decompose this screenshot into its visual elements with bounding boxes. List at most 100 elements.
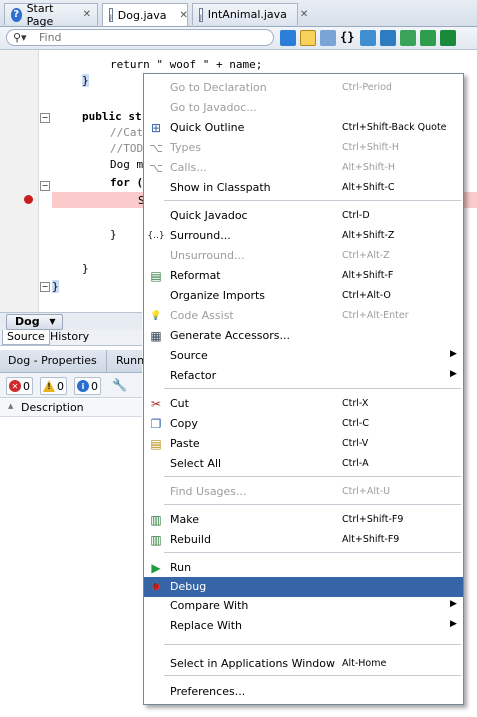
menu-item-label: Replace With bbox=[170, 619, 242, 632]
menu-item-label: Quick Outline bbox=[170, 121, 245, 134]
tab-intanimal-java[interactable]: J IntAnimal.java ✕ bbox=[192, 3, 308, 25]
problems-toolbar: ✕ 0 ! 0 i 0 🔧 bbox=[0, 373, 142, 398]
class-breadcrumb[interactable]: Dog ▼ bbox=[6, 314, 63, 330]
menu-item-label: Find Usages... bbox=[170, 485, 247, 498]
menu-item-shortcut: Alt+Shift-C bbox=[342, 182, 395, 193]
menu-item-shortcut: Ctrl+Shift-F9 bbox=[342, 514, 404, 525]
menu-item-make[interactable]: ▥ Make Ctrl+Shift-F9 bbox=[144, 510, 463, 530]
menu-item-quick-javadoc[interactable]: Quick Javadoc Ctrl-D bbox=[144, 206, 463, 226]
code-line: public st bbox=[82, 110, 142, 123]
menu-item-surround[interactable]: {..} Surround... Alt+Shift-Z bbox=[144, 226, 463, 246]
menu-item-paste[interactable]: ▤ Paste Ctrl-V bbox=[144, 434, 463, 454]
run-macro-icon[interactable] bbox=[440, 30, 456, 46]
menu-item-shortcut: Ctrl+Shift-H bbox=[342, 142, 400, 153]
menu-item-label: Debug bbox=[170, 580, 207, 593]
submenu-arrow-icon: ▶ bbox=[450, 369, 457, 379]
menu-item-shortcut: Alt+Shift-F bbox=[342, 270, 394, 281]
menu-item-replace-with[interactable]: Replace With ▶ bbox=[144, 616, 463, 636]
find-input[interactable] bbox=[39, 31, 267, 44]
tab-history[interactable]: History bbox=[46, 330, 93, 344]
search-icon[interactable]: ⚲▾ bbox=[13, 31, 27, 44]
infos-count: 0 bbox=[91, 379, 98, 393]
menu-item-rebuild[interactable]: ▥ Rebuild Alt+Shift-F9 bbox=[144, 530, 463, 550]
tab-dog-java[interactable]: J Dog.java ✕ bbox=[102, 3, 188, 26]
copy-icon: ❐ bbox=[150, 417, 162, 431]
info-icon: i bbox=[77, 380, 89, 392]
menu-item-select-in-applications-window[interactable]: Select in Applications Window Alt-Home bbox=[144, 654, 463, 674]
toggle-bookmark-icon[interactable] bbox=[300, 30, 316, 46]
menu-item-preferences[interactable]: Preferences... bbox=[144, 682, 463, 702]
next-bookmark-icon[interactable] bbox=[320, 30, 336, 46]
menu-item-label: Reformat bbox=[170, 269, 221, 282]
tab-label: Dog.java bbox=[117, 8, 167, 22]
menu-item-shortcut: Ctrl+Alt-U bbox=[342, 486, 391, 497]
rebuild-icon: ▥ bbox=[150, 533, 162, 547]
menu-item-show-in-classpath[interactable]: Show in Classpath Alt+Shift-C bbox=[144, 178, 463, 198]
errors-filter[interactable]: ✕ 0 bbox=[6, 377, 33, 395]
menu-item-shortcut: Alt+Shift-F9 bbox=[342, 534, 400, 545]
tab-dog-properties[interactable]: Dog - Properties bbox=[8, 354, 97, 367]
tab-label: Start Page bbox=[26, 1, 54, 28]
menu-item-label: Unsurround... bbox=[170, 249, 245, 262]
properties-tab-bar: Dog - Properties Runn bbox=[0, 350, 144, 373]
menu-separator bbox=[164, 644, 461, 645]
menu-item-quick-outline[interactable]: ⊞ Quick Outline Ctrl+Shift-Back Quote bbox=[144, 118, 463, 138]
braces-icon[interactable]: {} bbox=[340, 30, 356, 46]
warnings-filter[interactable]: ! 0 bbox=[40, 377, 67, 395]
menu-item-compare-with[interactable]: Compare With ▶ bbox=[144, 596, 463, 616]
menu-item-shortcut: Ctrl-D bbox=[342, 210, 370, 221]
menu-item-organize-imports[interactable]: Organize Imports Ctrl+Alt-O bbox=[144, 286, 463, 306]
menu-item-select-all[interactable]: Select All Ctrl-A bbox=[144, 454, 463, 474]
menu-item-copy[interactable]: ❐ Copy Ctrl-C bbox=[144, 414, 463, 434]
editor-gutter[interactable] bbox=[0, 50, 39, 312]
warning-icon: ! bbox=[43, 380, 55, 392]
fold-icon[interactable]: − bbox=[40, 113, 50, 123]
tab-source[interactable]: Source bbox=[2, 330, 50, 345]
breadcrumb-label: Dog bbox=[15, 315, 40, 328]
code-assist-icon: 💡 bbox=[150, 311, 162, 321]
find-box[interactable]: ⚲▾ bbox=[6, 29, 274, 46]
menu-item-label: Quick Javadoc bbox=[170, 209, 248, 222]
menu-item-label: Rebuild bbox=[170, 533, 211, 546]
code-line: //Cat bbox=[110, 126, 144, 139]
menu-item-shortcut: Ctrl+Alt-Z bbox=[342, 250, 390, 261]
code-line: } bbox=[82, 74, 89, 87]
tab-run[interactable]: Runn bbox=[116, 354, 144, 367]
fold-icon[interactable]: − bbox=[40, 181, 50, 191]
generate-accessors-icon: ▦ bbox=[150, 329, 162, 343]
fold-icon[interactable]: − bbox=[40, 282, 50, 292]
code-line: } bbox=[52, 280, 59, 293]
close-icon[interactable]: ✕ bbox=[83, 9, 91, 20]
shift-right-icon[interactable] bbox=[380, 30, 396, 46]
menu-item-generate-accessors[interactable]: ▦ Generate Accessors... bbox=[144, 326, 463, 346]
shift-left-icon[interactable] bbox=[360, 30, 376, 46]
menu-item-reformat[interactable]: ▤ Reformat Alt+Shift-F bbox=[144, 266, 463, 286]
toggle-highlight-icon[interactable] bbox=[280, 30, 296, 46]
comment-icon[interactable] bbox=[400, 30, 416, 46]
menu-item-shortcut: Ctrl+Alt-O bbox=[342, 290, 391, 301]
infos-filter[interactable]: i 0 bbox=[74, 377, 101, 395]
tab-start-page[interactable]: ? Start Page ✕ bbox=[4, 1, 98, 28]
uncomment-icon[interactable] bbox=[420, 30, 436, 46]
menu-item-label: Go to Declaration bbox=[170, 81, 267, 94]
breakpoint-icon[interactable] bbox=[24, 195, 33, 204]
close-icon[interactable]: ✕ bbox=[300, 9, 308, 20]
chevron-down-icon: ▼ bbox=[49, 317, 56, 326]
menu-item-calls: ⌥ Calls... Alt+Shift-H bbox=[144, 158, 463, 178]
run-icon: ▶ bbox=[151, 561, 161, 575]
wrench-icon[interactable]: 🔧 bbox=[112, 378, 127, 392]
menu-item-cut[interactable]: ✂ Cut Ctrl-X bbox=[144, 394, 463, 414]
submenu-arrow-icon: ▶ bbox=[450, 619, 457, 629]
java-file-icon: J bbox=[199, 7, 203, 22]
column-description[interactable]: Description bbox=[21, 401, 84, 414]
menu-item-label: Calls... bbox=[170, 161, 207, 174]
menu-item-refactor[interactable]: Refactor ▶ bbox=[144, 366, 463, 386]
menu-item-label: Preferences... bbox=[170, 685, 246, 698]
menu-item-run[interactable]: ▶ Run bbox=[144, 558, 463, 578]
menu-separator bbox=[164, 552, 461, 553]
close-icon[interactable]: ✕ bbox=[180, 10, 188, 21]
code-line: } bbox=[110, 228, 117, 241]
menu-item-debug[interactable]: 🐞 Debug bbox=[144, 577, 463, 597]
menu-item-shortcut: Ctrl+Shift-Back Quote bbox=[342, 122, 447, 133]
menu-item-source[interactable]: Source ▶ bbox=[144, 346, 463, 366]
